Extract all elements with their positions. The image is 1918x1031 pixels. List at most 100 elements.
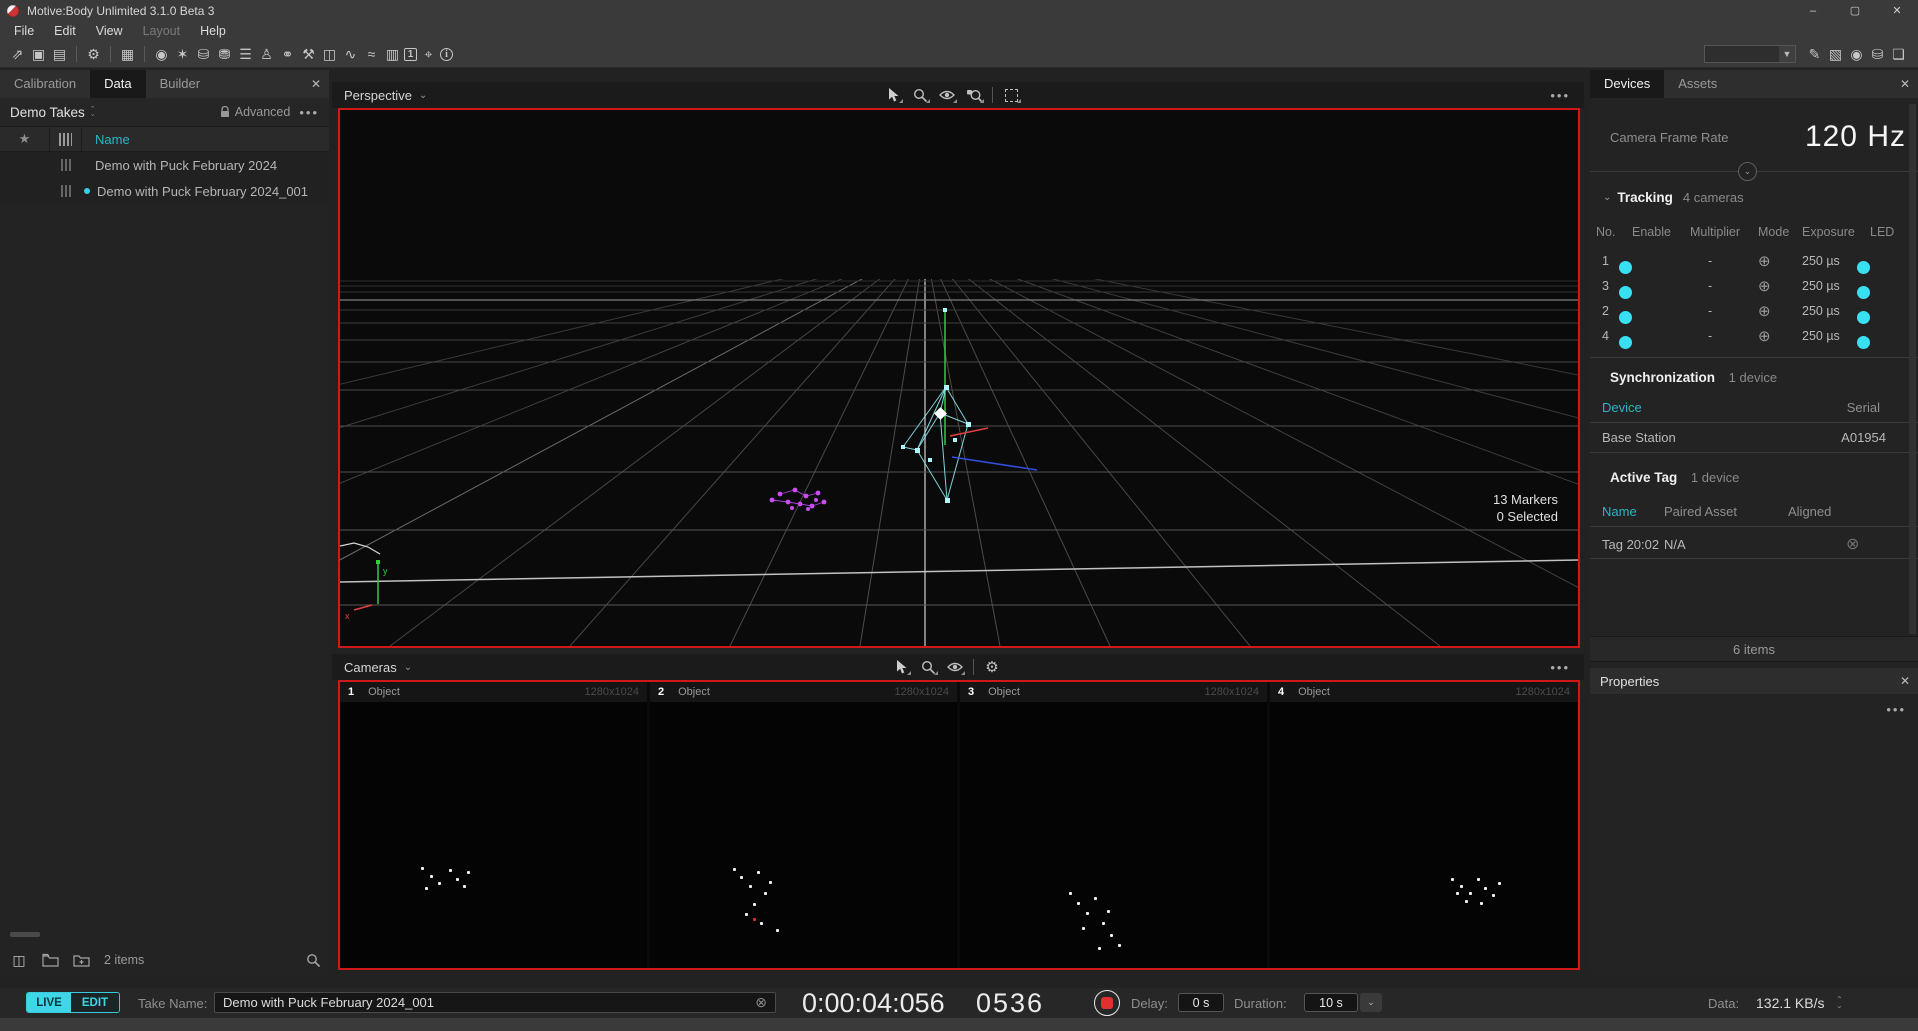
tab-builder[interactable]: Builder (146, 70, 214, 98)
properties-menu-icon[interactable]: ••• (1886, 702, 1906, 717)
skeleton-icon[interactable]: ♙ (257, 44, 276, 64)
data-record-icon[interactable]: ⛁ (1868, 44, 1887, 64)
clear-input-icon[interactable]: ⊗ (755, 994, 767, 1011)
frame-rate-value[interactable]: 120 Hz (1805, 120, 1906, 154)
aligned-cross-icon[interactable]: ⊗ (1846, 534, 1859, 554)
camera-tile-1[interactable]: 1Object1280x1024 (340, 682, 647, 968)
cameras-dropdown-icon[interactable]: ⌄ (404, 662, 412, 673)
folder-new-icon[interactable] (73, 953, 90, 967)
visibility-eye-icon[interactable] (946, 658, 964, 676)
graph-primary-icon[interactable]: ∿ (341, 44, 360, 64)
visibility-eye-icon[interactable] (938, 86, 956, 104)
minimize-button[interactable]: – (1792, 0, 1834, 21)
mode-object-icon[interactable]: ⊕ (1758, 302, 1802, 320)
notes-edit-icon[interactable]: ❏ (1889, 44, 1908, 64)
tab-data[interactable]: Data (90, 70, 145, 98)
takes-sort-icon[interactable]: ⌃⌄ (90, 107, 96, 117)
take-row[interactable]: Demo with Puck February 2024 (0, 152, 329, 178)
combo-dropdown-icon[interactable]: ▼ (1779, 46, 1795, 62)
select-cursor-icon[interactable] (884, 86, 902, 104)
sync-title[interactable]: Synchronization (1610, 370, 1715, 385)
active-tag-row[interactable]: Tag 20:02 N/A ⊗ (1590, 534, 1918, 554)
take-name-input[interactable]: Demo with Puck February 2024_001 ⊗ (214, 992, 776, 1013)
camera-tile-4[interactable]: 4Object1280x1024 (1270, 682, 1578, 968)
mode-object-icon[interactable]: ⊕ (1758, 277, 1802, 295)
tag-name-header[interactable]: Name (1602, 504, 1664, 519)
clips-column-icon[interactable] (50, 127, 82, 151)
take-row[interactable]: Demo with Puck February 2024_001 (0, 178, 329, 204)
edit-tools-icon[interactable]: ⚒ (299, 44, 318, 64)
menu-help[interactable]: Help (190, 24, 236, 38)
tracking-row[interactable]: 3 - ⊕ 250 µs (1596, 273, 1918, 298)
tracking-row[interactable]: 1 - ⊕ 250 µs (1596, 248, 1918, 273)
link-constraint-icon[interactable]: ⚭ (278, 44, 297, 64)
serial-column-header[interactable]: Serial (1847, 400, 1880, 415)
data-streaming-icon[interactable]: ⛁ (194, 44, 213, 64)
info-icon[interactable]: i (440, 48, 453, 61)
menu-file[interactable]: File (4, 24, 44, 38)
graph-secondary-icon[interactable]: ≈ (362, 44, 381, 64)
viewport-title[interactable]: Perspective (344, 88, 412, 103)
duration-input[interactable]: 10 s (1304, 993, 1358, 1012)
menu-view[interactable]: View (86, 24, 133, 38)
cameras-menu-icon[interactable]: ••• (1550, 660, 1570, 675)
layout-panel-icon[interactable]: ▦ (118, 44, 137, 64)
asset-view-icon[interactable]: ▧ (1826, 44, 1845, 64)
camera-capture-icon[interactable]: ◉ (1847, 44, 1866, 64)
camera-tile-2[interactable]: 2Object1280x1024 (650, 682, 957, 968)
left-panel-close-icon[interactable]: ✕ (311, 77, 321, 91)
live-button[interactable]: LIVE (27, 993, 71, 1012)
probe-icon[interactable]: ▥ (383, 44, 402, 64)
tab-devices[interactable]: Devices (1590, 70, 1664, 98)
toolbar-combobox[interactable]: ▼ (1704, 45, 1796, 63)
sync-device-row[interactable]: Base Station A01954 (1590, 430, 1918, 445)
tab-calibration[interactable]: Calibration (0, 70, 90, 98)
device-column-header[interactable]: Device (1602, 400, 1642, 415)
delay-input[interactable]: 0 s (1178, 993, 1224, 1012)
panel-view-icon[interactable]: ◫ (10, 951, 28, 969)
viewport-menu-icon[interactable]: ••• (1550, 88, 1570, 103)
right-panel-close-icon[interactable]: ✕ (1900, 77, 1910, 91)
tracking-row[interactable]: 4 - ⊕ 250 µs (1596, 323, 1918, 348)
pivot-pin-icon[interactable]: ⌖ (419, 44, 438, 64)
menu-edit[interactable]: Edit (44, 24, 86, 38)
mode-object-icon[interactable]: ⊕ (1758, 252, 1802, 270)
paired-asset-header[interactable]: Paired Asset (1664, 504, 1788, 519)
wand-icon[interactable]: ✶ (173, 44, 192, 64)
maximize-button[interactable]: ▢ (1834, 0, 1876, 21)
cameras-title[interactable]: Cameras (344, 660, 397, 675)
open-take-icon[interactable]: ⇗ (8, 44, 27, 64)
right-panel-scrollbar[interactable] (1909, 104, 1916, 634)
video-icon[interactable]: ◫ (320, 44, 339, 64)
search-icon[interactable] (306, 953, 321, 968)
viewport-dropdown-icon[interactable]: ⌄ (419, 90, 427, 101)
save-icon[interactable]: ▣ (29, 44, 48, 64)
zoom-tool-icon[interactable] (911, 86, 929, 104)
export-list-icon[interactable]: ☰ (236, 44, 255, 64)
camera-calibration-icon[interactable]: ◉ (152, 44, 171, 64)
tab-assets[interactable]: Assets (1664, 70, 1731, 98)
aligned-header[interactable]: Aligned (1788, 504, 1831, 519)
select-cursor-icon[interactable] (892, 658, 910, 676)
camera-settings-gear-icon[interactable]: ⚙ (983, 658, 1001, 676)
camera-tile-3[interactable]: 3Object1280x1024 (960, 682, 1267, 968)
data-rate-selector-icon[interactable]: ⌃⌄ (1836, 997, 1843, 1009)
active-tag-title[interactable]: Active Tag (1610, 470, 1677, 485)
quick-label-icon[interactable]: ✎ (1805, 44, 1824, 64)
tracking-collapse-icon[interactable]: ⌄ (1603, 192, 1611, 203)
record-button[interactable] (1094, 990, 1120, 1016)
horizontal-scrollbar[interactable] (10, 932, 40, 937)
tracking-title[interactable]: Tracking (1617, 190, 1673, 205)
advanced-label[interactable]: Advanced (235, 105, 291, 119)
zoom-lock-icon[interactable] (965, 86, 983, 104)
close-button[interactable]: ✕ (1876, 0, 1918, 21)
mode-object-icon[interactable]: ⊕ (1758, 327, 1802, 345)
name-column-header[interactable]: Name (82, 132, 130, 147)
perspective-viewport[interactable]: x y 13 Markers 0 Selected (338, 108, 1580, 648)
save-all-icon[interactable]: ▤ (50, 44, 69, 64)
expand-chevron-icon[interactable]: ⌄ (1738, 162, 1757, 181)
tracking-row[interactable]: 2 - ⊕ 250 µs (1596, 298, 1918, 323)
duration-dropdown-icon[interactable]: ⌄ (1360, 993, 1382, 1012)
settings-gear-icon[interactable]: ⚙ (84, 44, 103, 64)
edit-button[interactable]: EDIT (71, 993, 119, 1012)
